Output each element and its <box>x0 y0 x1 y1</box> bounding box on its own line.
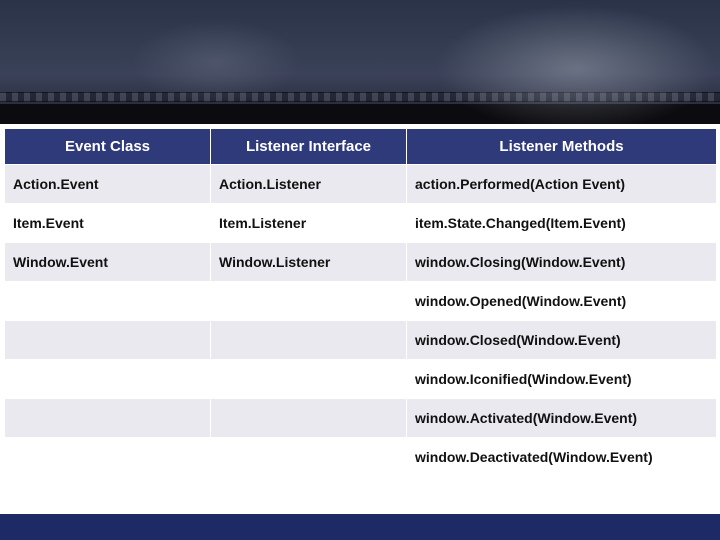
cell-listener-method: window.Deactivated(Window.Event) <box>407 438 717 477</box>
table-row: window.Iconified(Window.Event) <box>5 360 717 399</box>
header-listener-interface: Listener Interface <box>211 129 407 165</box>
banner-strip <box>0 92 720 102</box>
cell-listener-method: window.Activated(Window.Event) <box>407 399 717 438</box>
cell-listener-interface: Item.Listener <box>211 204 407 243</box>
footer-bar <box>0 514 720 540</box>
cell-event-class <box>5 399 211 438</box>
cell-listener-method: window.Opened(Window.Event) <box>407 282 717 321</box>
cell-listener-method: window.Closed(Window.Event) <box>407 321 717 360</box>
slide: Event Class Listener Interface Listener … <box>0 0 720 540</box>
table-row: window.Closed(Window.Event) <box>5 321 717 360</box>
header-event-class: Event Class <box>5 129 211 165</box>
cell-listener-interface: Window.Listener <box>211 243 407 282</box>
cell-event-class <box>5 282 211 321</box>
cell-listener-interface <box>211 360 407 399</box>
cell-listener-interface <box>211 321 407 360</box>
cell-event-class: Action.Event <box>5 165 211 204</box>
banner-bottom-bar <box>0 104 720 124</box>
cell-event-class: Item.Event <box>5 204 211 243</box>
table-row: window.Activated(Window.Event) <box>5 399 717 438</box>
table-row: window.Deactivated(Window.Event) <box>5 438 717 477</box>
table-row: Action.Event Action.Listener action.Perf… <box>5 165 717 204</box>
cell-listener-method: window.Iconified(Window.Event) <box>407 360 717 399</box>
table-row: Window.Event Window.Listener window.Clos… <box>5 243 717 282</box>
cell-event-class <box>5 360 211 399</box>
cell-listener-method: window.Closing(Window.Event) <box>407 243 717 282</box>
cell-listener-interface <box>211 438 407 477</box>
event-table: Event Class Listener Interface Listener … <box>4 128 717 477</box>
cell-listener-method: item.State.Changed(Item.Event) <box>407 204 717 243</box>
cell-event-class <box>5 321 211 360</box>
table-header-row: Event Class Listener Interface Listener … <box>5 129 717 165</box>
cell-event-class: Window.Event <box>5 243 211 282</box>
cell-listener-interface <box>211 282 407 321</box>
cell-listener-method: action.Performed(Action Event) <box>407 165 717 204</box>
cell-listener-interface: Action.Listener <box>211 165 407 204</box>
header-listener-methods: Listener Methods <box>407 129 717 165</box>
cell-listener-interface <box>211 399 407 438</box>
cell-event-class <box>5 438 211 477</box>
banner-image <box>0 0 720 124</box>
table-row: window.Opened(Window.Event) <box>5 282 717 321</box>
table-row: Item.Event Item.Listener item.State.Chan… <box>5 204 717 243</box>
